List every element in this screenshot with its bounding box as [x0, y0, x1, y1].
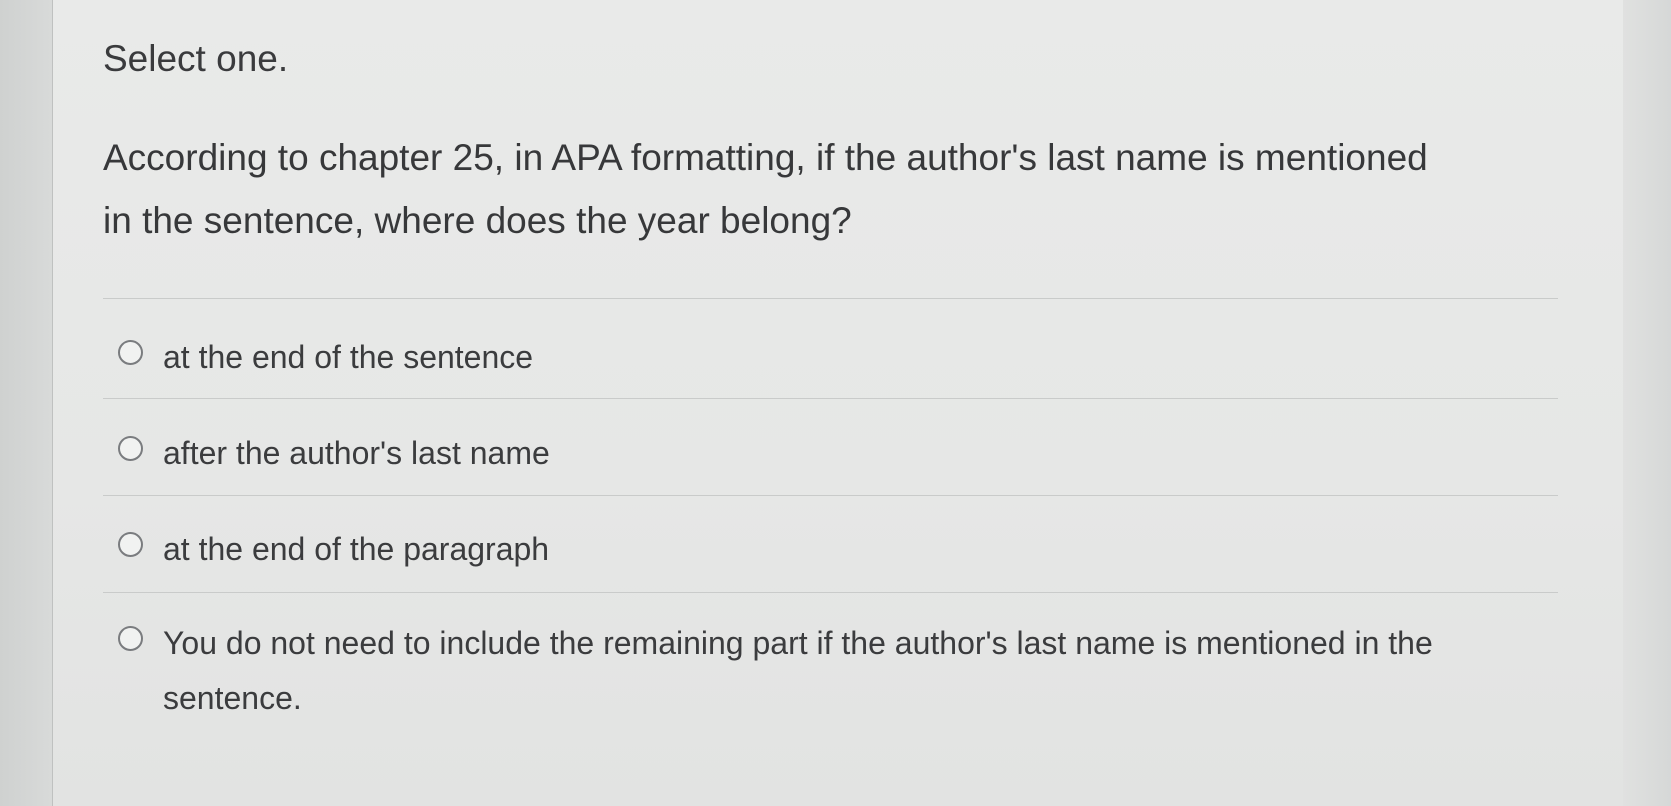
option-divider	[103, 398, 1558, 399]
right-edge-panel	[1622, 0, 1671, 806]
option-no-need-to-include[interactable]: You do not need to include the remaining…	[118, 616, 1558, 726]
radio-button[interactable]	[118, 626, 143, 651]
option-label: You do not need to include the remaining…	[163, 625, 1433, 716]
option-label: at the end of the paragraph	[163, 531, 550, 567]
option-divider	[103, 495, 1558, 496]
option-at-end-of-paragraph[interactable]: at the end of the paragraph	[118, 522, 1558, 577]
question-text: According to chapter 25, in APA formatti…	[103, 137, 1428, 241]
option-label: at the end of the sentence	[163, 339, 534, 375]
option-after-last-name[interactable]: after the author's last name	[118, 426, 1558, 481]
radio-button[interactable]	[118, 436, 143, 461]
left-edge-panel	[0, 0, 53, 806]
instruction-text: Select one.	[103, 38, 289, 79]
option-label: after the author's last name	[163, 435, 550, 471]
radio-button[interactable]	[118, 532, 143, 557]
question-divider	[103, 298, 1558, 299]
radio-button[interactable]	[118, 340, 143, 365]
option-at-end-of-sentence[interactable]: at the end of the sentence	[118, 330, 1558, 385]
option-divider	[103, 592, 1558, 593]
